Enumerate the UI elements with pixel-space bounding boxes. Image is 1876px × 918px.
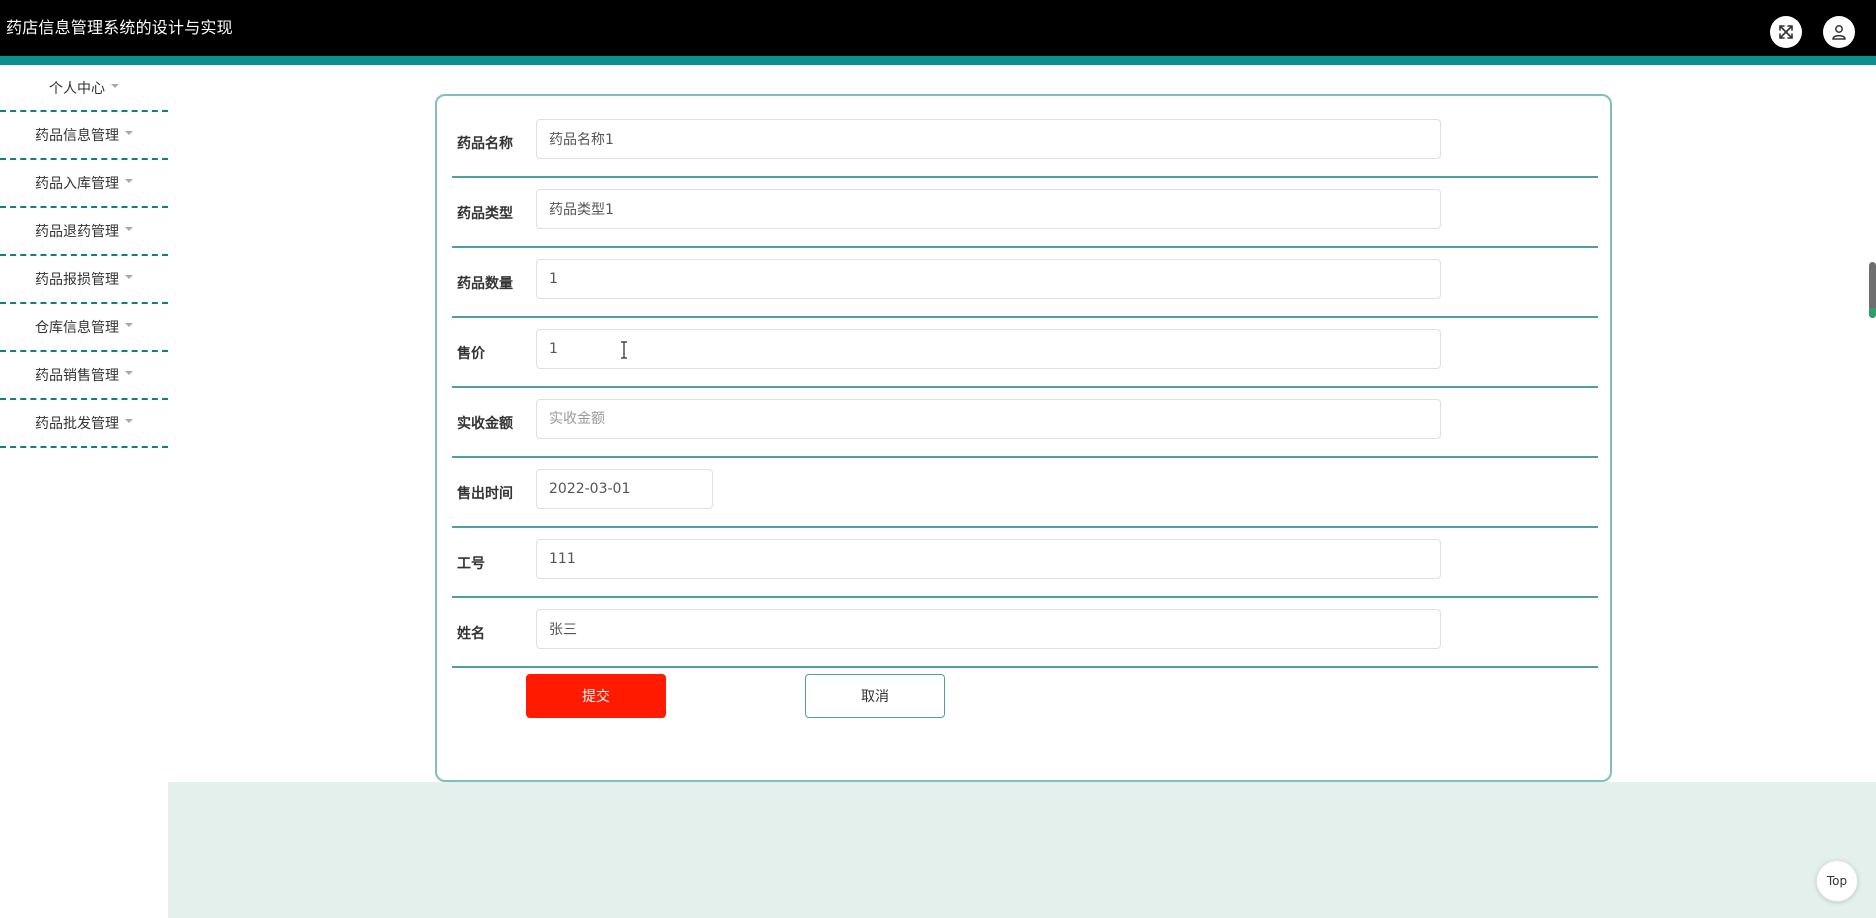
form-row-drug-type: 药品类型 (452, 178, 1598, 248)
form-row-employee-id: 工号 (452, 528, 1598, 598)
drug-name-input[interactable] (536, 119, 1441, 159)
top-header: 药店信息管理系统的设计与实现 (0, 0, 1876, 56)
sidebar-item-label: 药品入库管理 (35, 176, 119, 192)
sidebar-item-drug-inbound[interactable]: 药品入库管理 (0, 160, 168, 208)
header-accent-strip (0, 56, 1876, 65)
user-button[interactable] (1823, 16, 1855, 48)
drug-type-input[interactable] (536, 189, 1441, 229)
sale-form-card: 药品名称 药品类型 药品数量 售价 实收金额 售出时间 工号 姓名 提交 取消 (435, 94, 1612, 782)
sale-time-label: 售出时间 (457, 486, 513, 502)
name-label: 姓名 (457, 626, 485, 642)
caret-down-icon (125, 131, 133, 135)
drug-quantity-label: 药品数量 (457, 276, 513, 292)
caret-down-icon (111, 83, 119, 88)
caret-down-icon (125, 323, 133, 327)
fullscreen-icon (1779, 25, 1793, 39)
caret-down-icon (125, 179, 133, 183)
sale-time-date-input[interactable] (536, 469, 713, 509)
sidebar-item-drug-wholesale[interactable]: 药品批发管理 (0, 400, 168, 448)
text-cursor-icon (621, 341, 627, 359)
employee-id-input[interactable] (536, 539, 1441, 579)
sidebar-item-label: 药品信息管理 (35, 128, 119, 144)
user-icon (1832, 25, 1846, 40)
sidebar-item-warehouse-info[interactable]: 仓库信息管理 (0, 304, 168, 352)
sidebar-item-drug-info[interactable]: 药品信息管理 (0, 112, 168, 160)
sidebar-item-label: 药品报损管理 (35, 272, 119, 288)
price-input[interactable] (536, 329, 1441, 369)
received-amount-input[interactable] (536, 399, 1441, 439)
sidebar: 个人中心 药品信息管理 药品入库管理 药品退药管理 药品报损管理 仓库信息管理 … (0, 65, 168, 918)
caret-down-icon (125, 371, 133, 375)
price-label: 售价 (457, 346, 485, 362)
drug-name-label: 药品名称 (457, 136, 513, 152)
name-input[interactable] (536, 609, 1441, 649)
form-row-name: 姓名 (452, 598, 1598, 668)
form-row-drug-quantity: 药品数量 (452, 248, 1598, 318)
form-row-sale-time: 售出时间 (452, 458, 1598, 528)
sidebar-item-label: 个人中心 (49, 80, 105, 97)
received-amount-label: 实收金额 (457, 416, 513, 432)
sidebar-item-drug-damage[interactable]: 药品报损管理 (0, 256, 168, 304)
caret-down-icon (125, 227, 133, 231)
form-row-received-amount: 实收金额 (452, 388, 1598, 458)
content-footer-area (168, 782, 1876, 918)
sidebar-item-personal-center[interactable]: 个人中心 (0, 65, 168, 112)
page-scrollbar[interactable] (1869, 262, 1876, 318)
fullscreen-button[interactable] (1770, 16, 1802, 48)
app-title: 药店信息管理系统的设计与实现 (6, 18, 233, 37)
employee-id-label: 工号 (457, 556, 485, 572)
sidebar-item-drug-sales[interactable]: 药品销售管理 (0, 352, 168, 400)
sidebar-item-drug-return[interactable]: 药品退药管理 (0, 208, 168, 256)
sidebar-item-label: 药品退药管理 (35, 224, 119, 240)
drug-quantity-input[interactable] (536, 259, 1441, 299)
caret-down-icon (125, 419, 133, 423)
sidebar-item-label: 仓库信息管理 (35, 320, 119, 336)
form-row-drug-name: 药品名称 (452, 108, 1598, 178)
caret-down-icon (125, 275, 133, 279)
submit-button[interactable]: 提交 (526, 674, 666, 718)
drug-type-label: 药品类型 (457, 206, 513, 222)
sidebar-item-label: 药品销售管理 (35, 368, 119, 384)
back-to-top-button[interactable]: Top (1816, 860, 1858, 902)
cancel-button[interactable]: 取消 (805, 674, 945, 718)
sidebar-item-label: 药品批发管理 (35, 416, 119, 432)
